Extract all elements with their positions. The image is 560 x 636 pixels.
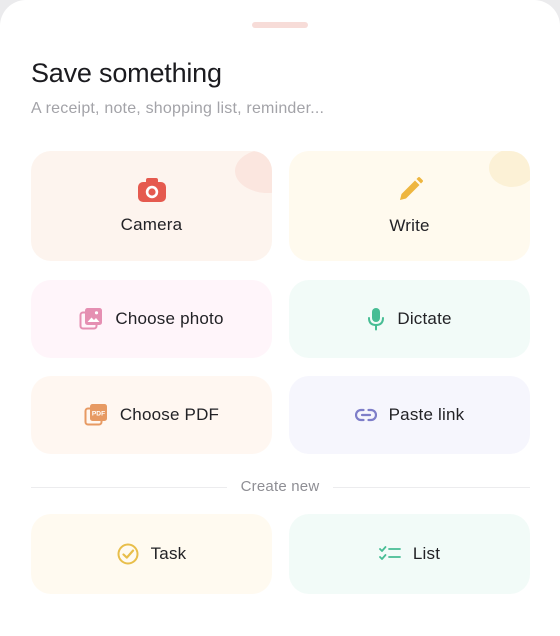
decorative-blob bbox=[489, 151, 530, 187]
create-list-button[interactable]: List bbox=[289, 514, 530, 594]
camera-button[interactable]: Camera bbox=[31, 151, 272, 261]
drag-handle[interactable] bbox=[252, 22, 308, 28]
sheet-subtitle: A receipt, note, shopping list, reminder… bbox=[31, 100, 325, 117]
list-label: List bbox=[412, 544, 441, 563]
svg-text:PDF: PDF bbox=[92, 410, 105, 417]
sheet-title: Save something bbox=[31, 58, 222, 88]
write-button[interactable]: Write bbox=[289, 151, 530, 261]
bottom-sheet: Save something A receipt, note, shopping… bbox=[0, 0, 560, 636]
link-icon bbox=[354, 408, 377, 422]
check-circle-icon bbox=[117, 543, 139, 565]
photo-library-icon bbox=[79, 308, 103, 330]
pdf-file-icon: PDF bbox=[84, 404, 107, 426]
paste-link-button[interactable]: Paste link bbox=[289, 376, 530, 454]
camera-icon bbox=[137, 178, 166, 202]
paste-link-label: Paste link bbox=[388, 405, 465, 424]
choose-photo-label: Choose photo bbox=[115, 309, 224, 328]
choose-photo-button[interactable]: Choose photo bbox=[31, 280, 272, 358]
write-label: Write bbox=[389, 216, 430, 235]
camera-label: Camera bbox=[120, 215, 183, 234]
decorative-blob bbox=[235, 151, 272, 193]
checklist-icon bbox=[378, 546, 401, 560]
choose-pdf-button[interactable]: PDF Choose PDF bbox=[31, 376, 272, 454]
task-label: Task bbox=[150, 544, 187, 563]
dictate-label: Dictate bbox=[397, 309, 452, 328]
create-new-heading: Create new bbox=[240, 478, 320, 495]
pencil-icon bbox=[399, 177, 423, 200]
microphone-icon bbox=[368, 308, 385, 331]
create-task-button[interactable]: Task bbox=[31, 514, 272, 594]
dictate-button[interactable]: Dictate bbox=[289, 280, 530, 358]
choose-pdf-label: Choose PDF bbox=[119, 405, 220, 424]
